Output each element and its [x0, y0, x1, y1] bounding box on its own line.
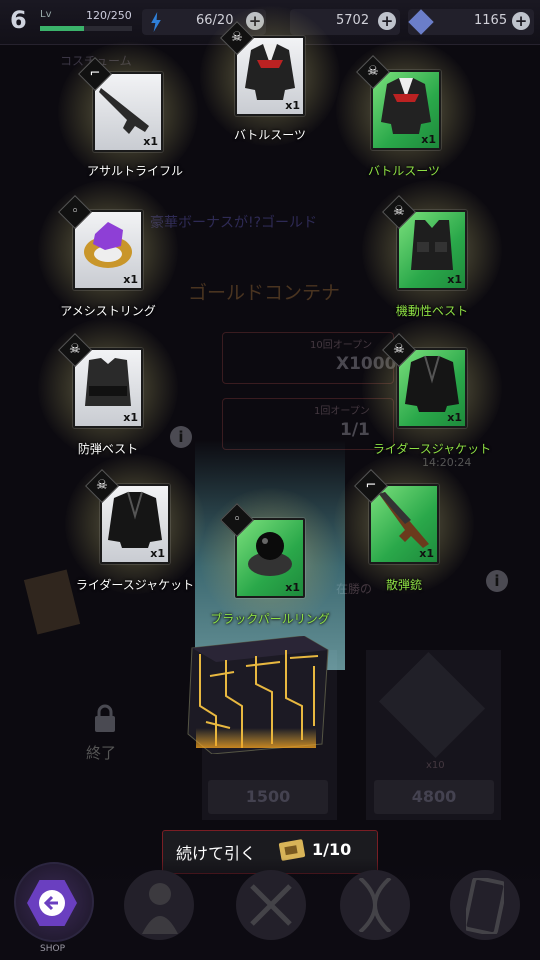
item-quantity: x1	[447, 411, 462, 424]
item-quantity: x1	[150, 547, 165, 560]
reward-item-card[interactable]: x1 ◦	[220, 503, 305, 598]
reward-item-label: 機動性ベスト	[395, 304, 469, 318]
reward-item-label: アメシストリング	[60, 304, 156, 318]
shop-label: SHOP	[40, 944, 65, 954]
lock-icon	[95, 704, 115, 732]
item-quantity: x1	[285, 99, 300, 112]
reward-item-card[interactable]: x1 ☠	[85, 469, 170, 564]
reward-item-card[interactable]: x1 ☠	[58, 333, 143, 428]
item-quantity: x1	[123, 411, 138, 424]
dna-icon	[358, 878, 392, 932]
reward-item-label: アサルトライフル	[86, 164, 183, 178]
gold-container-chest-icon	[187, 636, 329, 754]
xp-counter: 120/250	[86, 9, 132, 22]
reward-item-card[interactable]: x1 ⌐	[354, 469, 439, 564]
person-icon	[142, 883, 178, 934]
reward-item-label: ライダースジャケット	[372, 442, 492, 456]
reward-item-label: バトルスーツ	[367, 164, 441, 178]
reward-item-label: バトルスーツ	[233, 128, 307, 142]
reward-item-label: ブラックパールリング	[210, 612, 330, 626]
item-quantity: x1	[285, 581, 300, 594]
item-quantity: x1	[447, 273, 462, 286]
add-coins-button[interactable]: +	[378, 12, 396, 30]
end-label: 終了	[86, 744, 117, 762]
one-open-label: 1回オープン	[314, 406, 370, 417]
ten-open-label: 10回オープン	[310, 340, 373, 351]
reward-item-card[interactable]: x1 ☠	[356, 55, 441, 150]
xp-progress-bar	[40, 26, 132, 31]
reward-item-card[interactable]: x1 ☠	[220, 21, 305, 116]
item-quantity: x1	[419, 547, 434, 560]
crossed-swords-icon	[250, 884, 292, 926]
back-arrow-icon	[39, 890, 65, 916]
coins-counter: 5702	[336, 13, 370, 28]
reward-item-card[interactable]: x1 ☠	[382, 333, 467, 428]
gold-container-title: ゴールドコンテナ	[188, 282, 341, 304]
continue-draw-count: 1/10	[312, 840, 352, 859]
reward-item-card[interactable]: x1 ⌐	[78, 57, 163, 152]
item-quantity: x1	[421, 133, 436, 146]
tickets-counter: 1165	[474, 13, 508, 28]
reward-item-label: 散弾銃	[385, 578, 422, 592]
reward-item-card[interactable]: x1 ☠	[382, 195, 467, 290]
reward-item-label: 防弾ベスト	[77, 442, 139, 456]
item-quantity: x1	[123, 273, 138, 286]
one-open-price: 1/1	[340, 420, 370, 440]
level-label: Lv	[40, 9, 52, 20]
price-button[interactable]: 1500	[208, 780, 328, 814]
item-quantity: x1	[143, 135, 158, 148]
add-tickets-button[interactable]: +	[512, 12, 530, 30]
player-level: 6	[10, 6, 27, 34]
price-button[interactable]: 4800	[374, 780, 494, 814]
smartphone-icon	[466, 878, 504, 934]
reward-item-label: ライダースジャケット	[75, 578, 195, 592]
reward-item-card[interactable]: x1 ◦	[58, 195, 143, 290]
x10-label: x10	[426, 760, 445, 771]
